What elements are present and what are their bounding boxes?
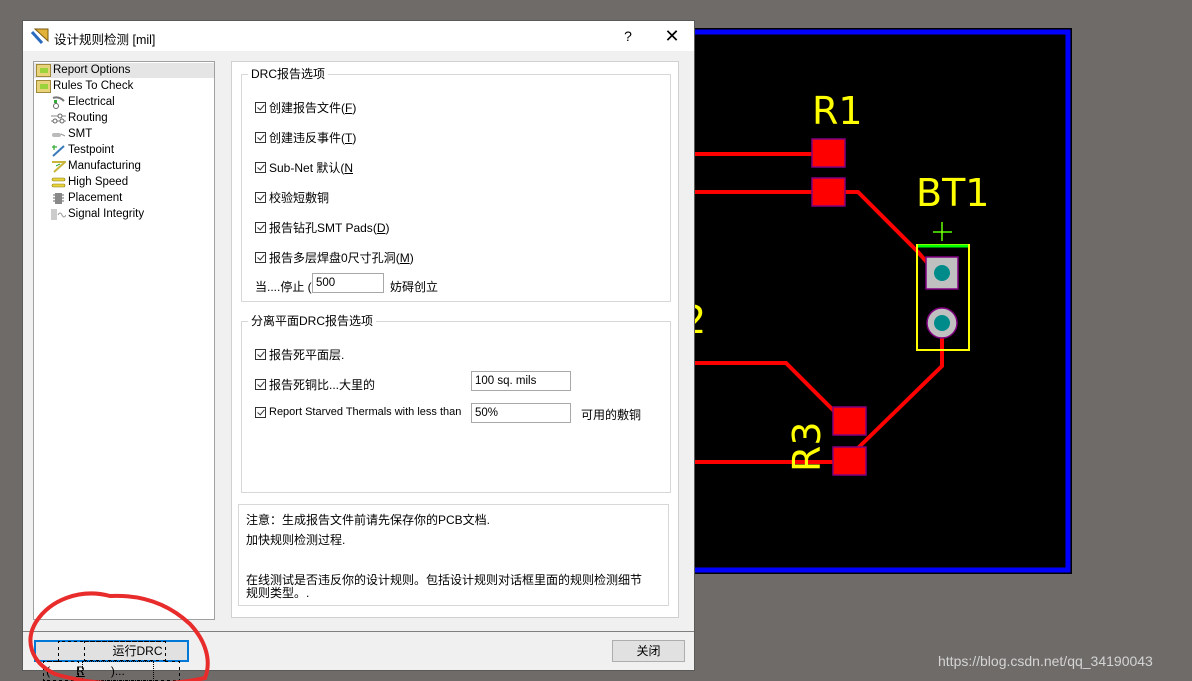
designator-r1: R1 [812,89,863,133]
option-report-zero-hole-pads[interactable]: 报告多层焊盘0尺寸孔洞 (M) [255,249,414,266]
option-create-report-file[interactable]: 创建报告文件 (F) [255,99,356,116]
high-speed-icon [51,177,66,188]
tree-item-routing[interactable]: Routing [51,111,108,126]
tree-item-signal-integrity[interactable]: Signal Integrity [51,207,144,222]
checkbox-checked[interactable] [255,406,266,418]
starved-thermals-suffix: 可用的敷铜 [581,408,642,422]
tree-item-manufacturing[interactable]: Manufacturing [51,159,141,174]
close-window-button[interactable]: ✕ [659,25,685,47]
watermark-text: https://blog.csdn.net/qq_34190043 [938,653,1153,669]
app-icon [31,28,49,44]
run-drc-button[interactable]: 运行DRC (R)... [34,640,189,681]
bt1-pad-2-hole [934,315,950,331]
r1-pad-1 [811,138,846,168]
folder-icon [36,64,51,77]
tree-item-smt[interactable]: SMT [51,127,92,142]
tree-item-high-speed[interactable]: High Speed [51,175,128,190]
tree-item-testpoint[interactable]: Testpoint [51,143,114,158]
tree-item-report-options[interactable]: Report Options [34,63,214,78]
split-plane-drc-group: 分离平面DRC报告选项 报告死平面层. 报告死铜比...大里的 100 sq. … [241,314,671,493]
option-report-drilled-smt-pads[interactable]: 报告钻孔SMT Pads (D) [255,219,389,236]
placement-icon [53,193,64,204]
tree-item-placement[interactable]: Placement [51,191,122,206]
manufacturing-icon [52,161,66,173]
tree-item-electrical[interactable]: Electrical [51,95,115,110]
r3-pad-1 [832,406,867,436]
stop-after-violations-input[interactable]: 500 [312,273,384,293]
stop-after-suffix: 妨碍创立 [390,280,439,294]
checkbox-checked[interactable] [255,162,266,173]
signal-integrity-icon [51,209,66,220]
note-line-4: 规则类型。. [246,586,310,600]
title-bar[interactable]: 设计规则检测 [mil] ? ✕ [23,21,694,51]
testpoint-icon [52,145,65,157]
pcb-background [690,28,1072,574]
checkbox-checked[interactable] [255,252,266,263]
window-title: 设计规则检测 [mil] [54,33,156,47]
group-title: 分离平面DRC报告选项 [248,314,376,328]
option-verify-shorting-copper[interactable]: 校验短敷铜 [255,189,329,206]
option-subnet-default[interactable]: Sub-Net 默认 (N [255,159,353,176]
note-box: 注意：生成报告文件前请先保存你的PCB文档. 加快规则检测过程. 在线测试是否违… [238,504,669,606]
folder-icon [36,80,51,93]
drc-dialog: 设计规则检测 [mil] ? ✕ Report Options Rules To… [22,20,695,681]
r1-pad-2 [811,177,846,207]
r3-pad-2 [832,446,867,476]
option-report-dead-planes[interactable]: 报告死平面层. [255,346,344,363]
rules-tree[interactable]: Report Options Rules To Check Electrical… [33,61,215,620]
footer-divider [23,631,694,632]
option-create-violations[interactable]: 创建违反事件 (T) [255,129,356,146]
bt1-pad-1-hole [934,265,950,281]
checkbox-checked[interactable] [255,222,266,233]
help-button[interactable]: ? [617,27,639,45]
routing-icon [51,113,66,124]
checkbox-checked[interactable] [255,132,266,143]
pcb-canvas[interactable]: R1 BT1 R3 2 [690,28,1072,574]
dead-copper-area-input[interactable]: 100 sq. mils [471,371,571,391]
drc-report-options-group: DRC报告选项 创建报告文件 (F) 创建违反事件 (T) Sub-Net 默认… [241,67,671,302]
note-line-2: 加快规则检测过程. [246,533,346,547]
checkbox-checked[interactable] [255,102,266,113]
electrical-icon [52,96,65,109]
designator-bt1: BT1 [916,171,989,215]
stop-after-label: 当....停止 (E [255,280,320,294]
close-button[interactable]: 关闭 [612,640,685,662]
starved-thermals-percent-input[interactable]: 50% [471,403,571,423]
smt-icon [52,133,66,137]
group-title: DRC报告选项 [248,67,328,81]
option-report-dead-copper[interactable]: 报告死铜比...大里的 [255,376,375,393]
option-report-starved-thermals[interactable]: Report Starved Thermals with less than [255,406,461,418]
checkbox-checked[interactable] [255,192,266,203]
designator-r3: R3 [785,421,829,472]
note-line-1: 注意：生成报告文件前请先保存你的PCB文档. [246,513,491,527]
report-options-panel: DRC报告选项 创建报告文件 (F) 创建违反事件 (T) Sub-Net 默认… [231,61,679,618]
checkbox-checked[interactable] [255,379,266,390]
checkbox-checked[interactable] [255,349,266,360]
tree-item-rules-to-check[interactable]: Rules To Check [36,79,133,94]
